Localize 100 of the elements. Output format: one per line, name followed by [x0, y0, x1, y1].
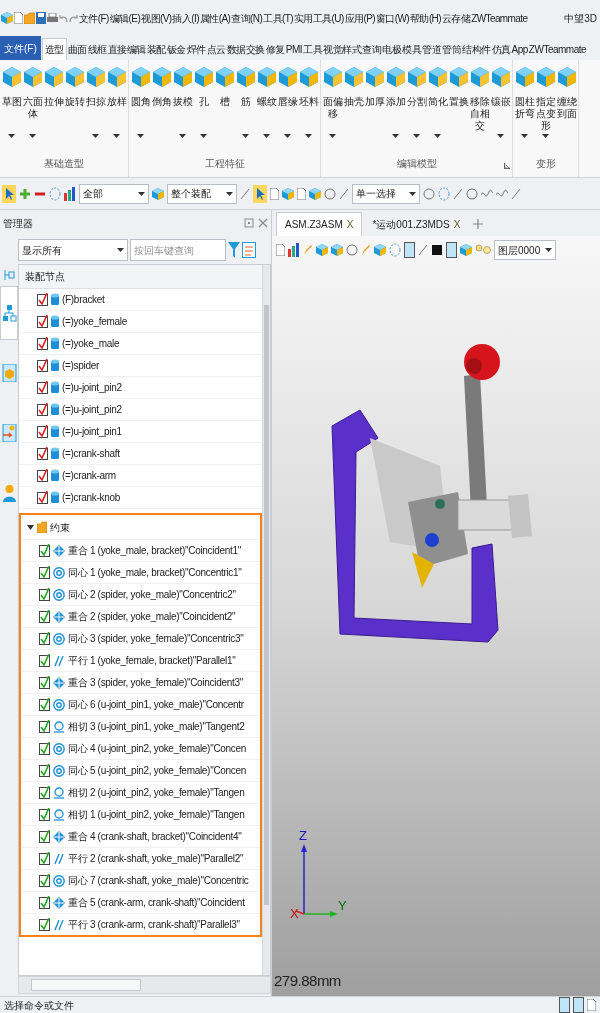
checkbox[interactable] [39, 874, 50, 887]
menu-item[interactable]: 应用(P) [344, 10, 375, 26]
tree-item[interactable]: (=)yoke_male [62, 336, 120, 351]
ribbon-button[interactable]: 旋转 [64, 66, 85, 156]
ribbon-button[interactable]: 移除自相交 [469, 66, 490, 156]
ribbon-tab[interactable]: 管筒 [442, 38, 462, 60]
ribbon-button[interactable]: 简化 [427, 66, 448, 156]
cube-icon[interactable] [374, 244, 386, 256]
wave-icon[interactable] [496, 188, 508, 199]
checkbox[interactable] [39, 544, 50, 557]
menu-item[interactable]: 属性(A) [199, 10, 231, 26]
checkbox[interactable] [39, 918, 50, 931]
tree-item[interactable]: 平行 1 (yoke_female, bracket)"Parallel1" [68, 653, 236, 668]
ribbon-button[interactable]: 孔 [193, 66, 214, 156]
ribbon-tab[interactable]: 电极 [382, 38, 402, 60]
checkbox[interactable] [39, 808, 50, 821]
checkbox[interactable] [39, 852, 50, 865]
ribbon-button[interactable]: 分割 [406, 66, 427, 156]
checkbox[interactable] [39, 764, 50, 777]
tree-item[interactable]: 同心 7 (crank-shaft, yoke_male)"Concentric [68, 873, 249, 888]
checkbox[interactable] [37, 425, 48, 438]
filter-dropdown[interactable]: 全部 [79, 183, 149, 204]
checkbox[interactable] [37, 293, 48, 306]
frame-icon[interactable] [573, 997, 584, 1013]
ribbon-button[interactable]: 镶嵌 [490, 66, 511, 156]
close-button[interactable]: X [346, 217, 354, 232]
ribbon-button[interactable]: 添加 [385, 66, 406, 156]
ribbon-tab[interactable]: 造型 [41, 38, 67, 60]
document-tab[interactable]: ASM.Z3ASM X [276, 212, 363, 236]
ribbon-tab[interactable]: 焊件 [186, 38, 206, 60]
ribbon-tab[interactable]: PMI [285, 38, 303, 60]
display-filter-dropdown[interactable]: 显示所有 [18, 239, 128, 261]
tree-item[interactable]: 相切 3 (u-joint_pin1, yoke_male)"Tangent2 [68, 719, 245, 734]
document-icon[interactable] [14, 12, 23, 24]
ribbon-button[interactable]: 唇缘 [277, 66, 298, 156]
cube-icon[interactable] [331, 244, 343, 256]
ribbon-tab[interactable]: 修复 [265, 38, 285, 60]
ribbon-button[interactable]: 指定点变形 [535, 66, 556, 156]
selection-dropdown[interactable]: 单一选择 [352, 183, 420, 204]
ribbon-button[interactable]: 六面体 [22, 66, 43, 156]
ribbon-button[interactable]: 扫掠 [85, 66, 106, 156]
checkbox[interactable] [37, 491, 48, 504]
slash-line-icon[interactable] [453, 187, 463, 200]
search-field[interactable]: 按回车键查询 [130, 239, 226, 261]
tree-item[interactable]: 相切 1 (u-joint_pin2, yoke_female)"Tangen [68, 807, 245, 822]
tree-item[interactable]: (=)u-joint_pin2 [62, 380, 122, 395]
menu-item[interactable]: 实用工具(U) [293, 10, 344, 26]
cursor-icon[interactable] [253, 184, 267, 203]
funnel-icon[interactable] [228, 242, 240, 258]
tree-item[interactable]: 重合 5 (crank-arm, crank-shaft)"Coincident [68, 895, 245, 910]
ribbon-button[interactable]: 圆柱折弯 [514, 66, 535, 156]
tree-item[interactable]: (=)crank-knob [62, 490, 121, 505]
plus-icon[interactable] [19, 187, 31, 200]
ribbon-tab[interactable]: 曲面 [67, 38, 87, 60]
checkbox[interactable] [39, 698, 50, 711]
document-icon[interactable] [587, 999, 596, 1011]
file-menu-button[interactable]: 文件(F) [0, 36, 41, 60]
ribbon-tab[interactable]: 管道 [422, 38, 442, 60]
checkbox[interactable] [39, 632, 50, 645]
slash-line-icon[interactable] [240, 187, 250, 200]
checkbox[interactable] [37, 337, 48, 350]
tree-item[interactable]: 重合 3 (spider, yoke_female)"Coincident3" [68, 675, 243, 690]
pin-icon[interactable] [244, 218, 254, 228]
tree-item[interactable]: (=)u-joint_pin1 [62, 424, 122, 439]
horizontal-scrollbar[interactable] [18, 976, 271, 994]
checkbox[interactable] [39, 830, 50, 843]
close-icon[interactable] [258, 218, 268, 228]
ribbon-button[interactable]: 缠绕到面 [556, 66, 577, 156]
document-tab[interactable]: *运动001.Z3MDS X [364, 212, 469, 236]
layer-dropdown[interactable]: 图层0000 [494, 240, 556, 260]
ribbon-tab[interactable]: 线框 [87, 38, 107, 60]
ribbon-button[interactable]: 筋 [235, 66, 256, 156]
menu-item[interactable]: 帮助(H) [410, 10, 441, 26]
tree-item[interactable]: 约束 [50, 519, 70, 535]
checkbox[interactable] [37, 381, 48, 394]
tree-item[interactable]: (=)spider [62, 358, 100, 373]
checkbox[interactable] [39, 566, 50, 579]
menu-item[interactable]: 工具(T) [263, 10, 293, 26]
tree-item[interactable]: 同心 6 (u-joint_pin1, yoke_male)"Concentr [68, 697, 244, 712]
ribbon-tab[interactable]: 装配 [146, 38, 166, 60]
dialog-launcher-icon[interactable] [504, 163, 510, 169]
tree-item[interactable]: (=)crank-shaft [62, 446, 120, 461]
ribbon-tab[interactable]: 直接编辑 [107, 38, 146, 60]
tree-item[interactable]: 同心 2 (spider, yoke_male)"Concentric2" [68, 587, 236, 602]
checkbox[interactable] [37, 403, 48, 416]
assembly-dropdown[interactable]: 整个装配 [167, 183, 237, 204]
ribbon-tab[interactable]: 工具 [303, 38, 323, 60]
cursor-icon[interactable] [2, 184, 16, 203]
checkbox[interactable] [37, 447, 48, 460]
tree-item[interactable]: 同心 4 (u-joint_pin2, yoke_female)"Concen [68, 741, 247, 756]
ribbon-button[interactable]: 抽壳 [343, 66, 364, 156]
folder-icon[interactable] [24, 12, 35, 24]
expand-arrow-icon[interactable] [27, 523, 34, 531]
tree-item[interactable]: 重合 1 (yoke_male, bracket)"Coincident1" [68, 543, 241, 558]
checkbox[interactable] [39, 896, 50, 909]
ribbon-tab[interactable]: 视觉样式 [323, 38, 362, 60]
close-button[interactable]: X [453, 216, 461, 232]
document-icon[interactable] [276, 244, 285, 256]
ribbon-button[interactable]: 倒角 [151, 66, 172, 156]
cube-icon[interactable] [316, 244, 328, 256]
